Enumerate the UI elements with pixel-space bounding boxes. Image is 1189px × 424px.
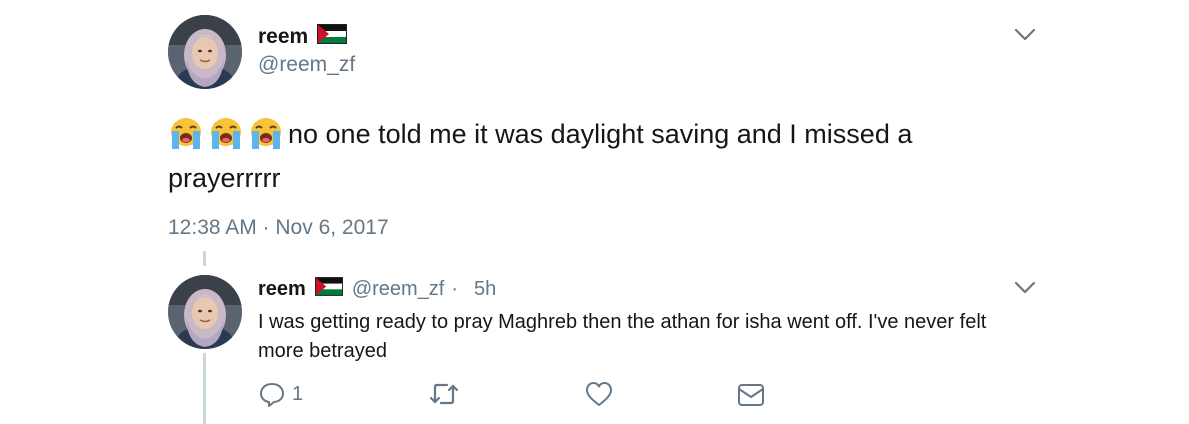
tweet-text: no one told me it was daylight saving an…: [168, 112, 988, 200]
retweet-icon: [428, 380, 460, 408]
comment-icon: [258, 380, 286, 408]
loudly-crying-face-icon: [168, 116, 204, 150]
reply-display-name[interactable]: reem: [258, 278, 306, 301]
thread-line: [203, 353, 206, 424]
retweet-button[interactable]: [428, 380, 460, 408]
timestamp[interactable]: 12:38 AM · Nov 6, 2017: [168, 216, 389, 240]
reply-author-row: reem @reem_zf · 5h: [258, 277, 496, 301]
avatar[interactable]: [168, 15, 242, 89]
palestine-flag-icon: [314, 277, 343, 301]
chevron-down-icon[interactable]: [1014, 28, 1036, 42]
like-button[interactable]: [584, 380, 614, 408]
separator-dot: ·: [451, 277, 459, 300]
heart-icon: [584, 380, 614, 408]
thread-line: [203, 251, 206, 266]
reply-age[interactable]: 5h: [474, 278, 496, 301]
reply-avatar[interactable]: [168, 275, 242, 349]
author-name-row: reem: [258, 24, 348, 49]
loudly-crying-face-icon: [248, 116, 284, 150]
reply-count: 1: [292, 382, 304, 405]
reply-text: I was getting ready to pray Maghreb then…: [258, 311, 987, 362]
reply-button[interactable]: 1: [258, 380, 303, 408]
reply-handle[interactable]: @reem_zf: [352, 278, 445, 301]
direct-message-button[interactable]: [736, 382, 766, 408]
handle[interactable]: @reem_zf: [258, 53, 355, 77]
chevron-down-icon[interactable]: [1014, 281, 1036, 295]
display-name[interactable]: reem: [258, 25, 308, 49]
loudly-crying-face-icon: [208, 116, 244, 150]
envelope-icon: [736, 382, 766, 408]
palestine-flag-icon: [317, 24, 348, 49]
